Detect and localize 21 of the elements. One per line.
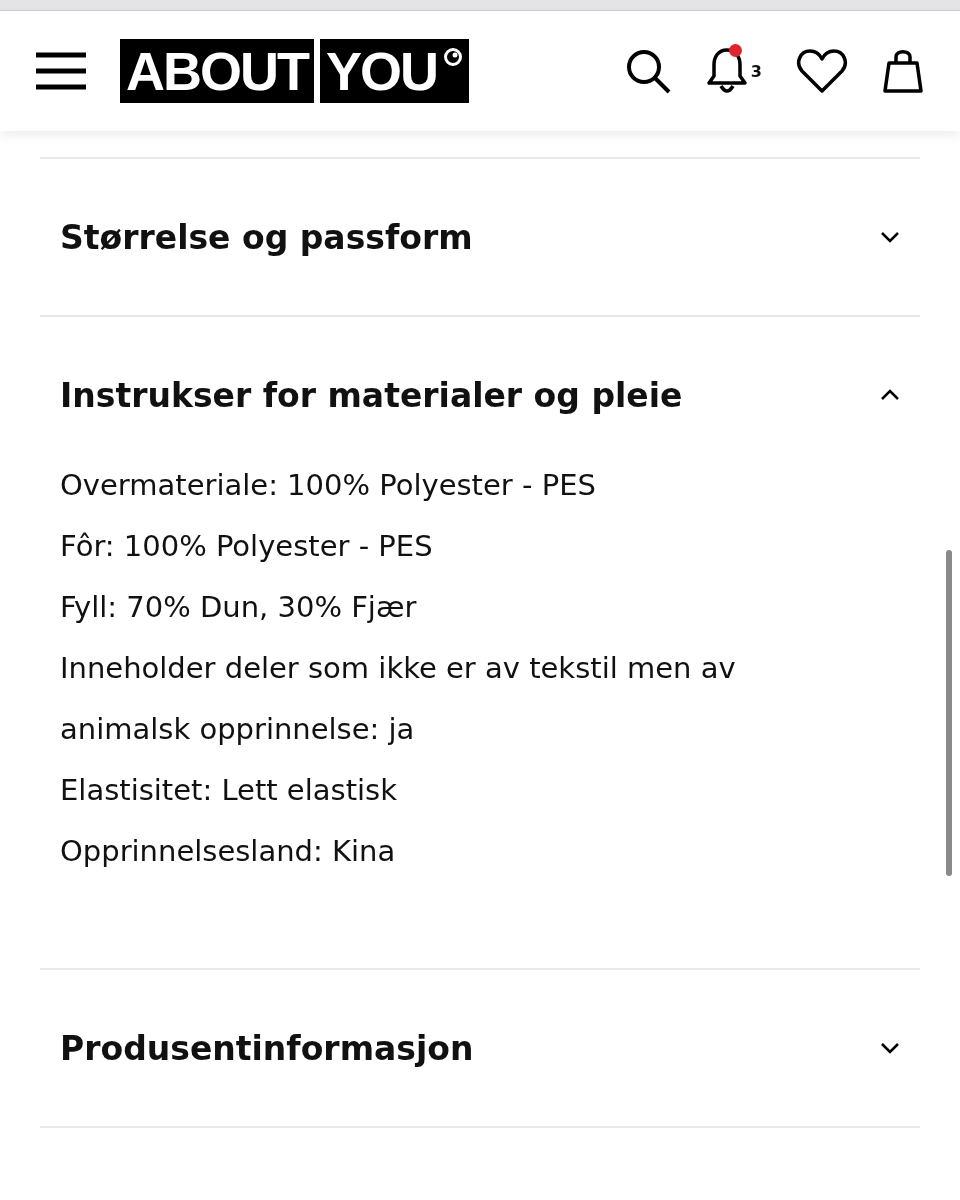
menu-icon[interactable] [36, 52, 86, 90]
notification-button[interactable]: 3 [704, 46, 762, 96]
section-title: Produsentinformasjon [60, 1028, 474, 1068]
shopping-bag-icon[interactable] [882, 47, 924, 95]
heart-icon[interactable] [796, 48, 848, 94]
accordion-header[interactable]: Størrelse og passform [40, 159, 920, 315]
section-title: Instrukser for materialer og pleie [60, 375, 683, 415]
section-title: Størrelse og passform [60, 217, 473, 257]
accordion-header[interactable]: Produsentinformasjon [40, 970, 920, 1126]
logo-text: YOU [320, 39, 469, 103]
material-info: Fyll: 70% Dun, 30% Fjær [60, 589, 418, 626]
material-info: Elastisitet: Lett elastisk [60, 772, 398, 809]
notification-count: 3 [750, 61, 762, 81]
bell-icon [704, 46, 749, 96]
material-info: Fôr: 100% Polyester - PES [60, 528, 434, 565]
logo[interactable]: ABOUT YOU [120, 39, 469, 103]
search-icon[interactable] [624, 48, 671, 94]
material-info: Inneholder deler som ikke er av tekstil men av animalsk opprinnelse: ja [60, 650, 737, 748]
eye-icon [443, 47, 463, 67]
logo-text: ABOUT [120, 39, 314, 103]
material-info: Opprinnelsesland: Kina [60, 833, 397, 870]
